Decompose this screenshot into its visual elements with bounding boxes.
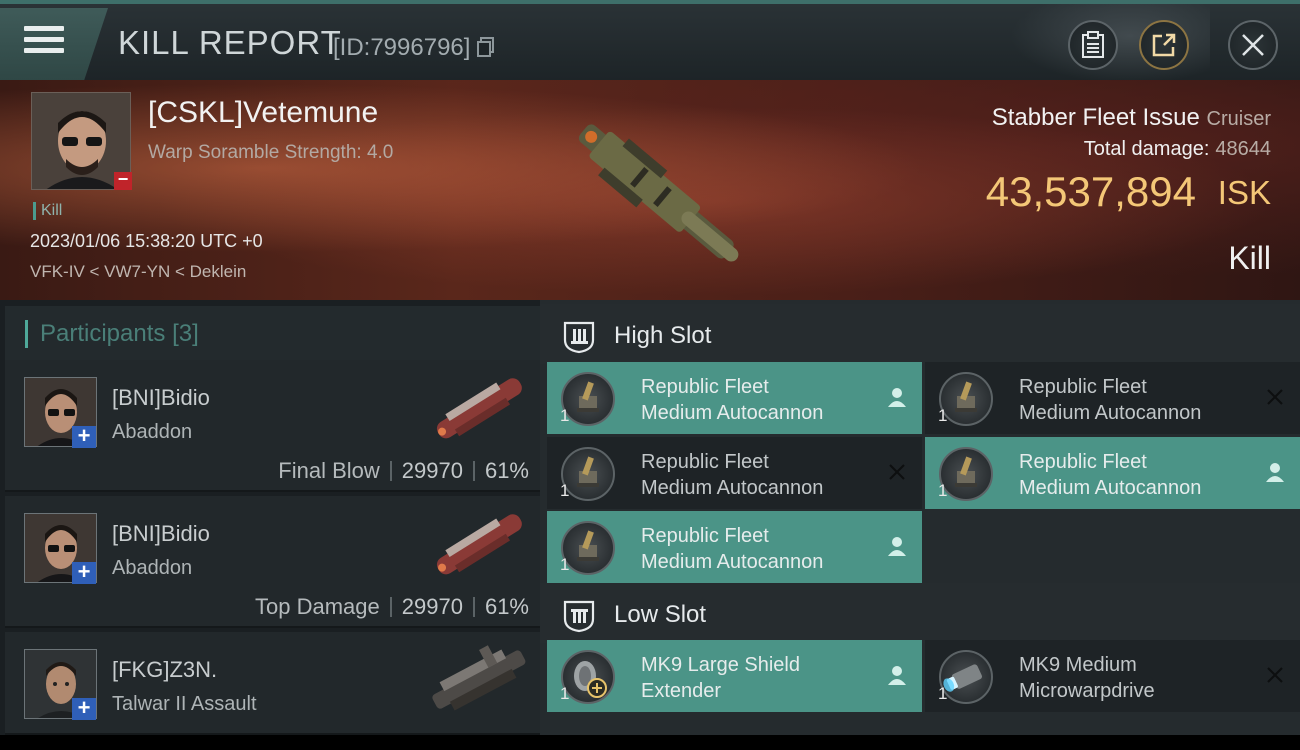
isk-value: 43,537,894 [985, 168, 1196, 215]
top-damage-label: Top Damage [255, 594, 380, 619]
participant-damage: 29970 [401, 594, 463, 619]
victim-banner: − [CSKL]Vetemune Warp Soramble Strength:… [0, 80, 1300, 300]
hamburger-menu-icon[interactable] [24, 26, 64, 58]
kill-location[interactable]: VFK-IV < VW7-YN < Deklein [30, 262, 246, 282]
module-name: MK9 Medium Microwarpdrive [1019, 654, 1155, 702]
module-card[interactable]: 1 Republic Fleet Medium Autocannon [547, 511, 922, 583]
participant-card[interactable]: + [BNI]Bidio Abaddon Top Damage 29970 61% [5, 496, 540, 628]
dropped-person-icon [888, 537, 906, 556]
clipboard-icon [1082, 31, 1104, 58]
copy-icon[interactable] [477, 37, 495, 57]
participant-card[interactable]: + [FKG]Z3N. Talwar II Assault [5, 632, 540, 735]
participant-ship: Abaddon [112, 557, 193, 579]
destroyed-x-icon [889, 464, 905, 480]
low-slot-header: Low Slot [540, 583, 1300, 643]
share-icon [1152, 33, 1176, 57]
module-card[interactable]: 1 Republic Fleet Medium Autocannon [925, 437, 1300, 509]
victim-name[interactable]: [CSKL]Vetemune [148, 96, 378, 130]
ship-class: Cruiser [1206, 108, 1271, 130]
module-name: Republic Fleet Medium Autocannon [641, 451, 824, 499]
module-card[interactable]: 1 MK9 Medium Microwarpdrive [925, 640, 1300, 712]
module-quantity: 1 [938, 684, 948, 703]
warp-scramble-strength: Warp Soramble Strength: 4.0 [148, 142, 394, 163]
friendly-plus-badge: + [72, 425, 96, 448]
participant-percent: 61% [484, 594, 529, 619]
participants-count: [3] [172, 320, 199, 347]
clipboard-button[interactable] [1068, 20, 1118, 70]
dropped-person-icon [888, 666, 906, 685]
page-title: KILL REPORT [118, 24, 342, 61]
participants-panel: Participants [3] + [BNI]Bidio Abaddon Fi… [0, 300, 540, 735]
kill-id-label: [ID:7996796] [333, 34, 471, 61]
module-quantity: 1 [560, 481, 570, 500]
header-bar: KILL REPORT [ID:7996796] [0, 0, 1300, 84]
participant-percent: 61% [484, 458, 529, 483]
module-name: Republic Fleet Medium Autocannon [641, 376, 824, 424]
friendly-plus-badge: + [72, 697, 96, 720]
isk-unit: ISK [1217, 174, 1271, 211]
participant-damage: 29970 [401, 458, 463, 483]
module-card[interactable]: 1 MK9 Large Shield Extender [547, 640, 922, 712]
participant-ship: Talwar II Assault [112, 693, 257, 715]
kill-tag: Kill [33, 202, 62, 220]
dropped-person-icon [1266, 463, 1284, 482]
ship-name: Stabber Fleet Issue [991, 104, 1200, 131]
result-label: Kill [1228, 240, 1271, 276]
bottom-edge [0, 735, 1300, 750]
participant-name: [FKG]Z3N. [112, 657, 218, 682]
module-quantity: 1 [560, 555, 570, 574]
final-blow-label: Final Blow [278, 458, 380, 483]
participant-name: [BNI]Bidio [112, 521, 210, 546]
kill-datetime: 2023/01/06 15:38:20 UTC +0 [30, 231, 263, 251]
friendly-plus-badge: + [72, 561, 96, 584]
module-name: Republic Fleet Medium Autocannon [1019, 451, 1202, 499]
module-quantity: 1 [560, 684, 570, 703]
share-button[interactable] [1139, 20, 1189, 70]
participant-stats: Top Damage 29970 61% [255, 594, 529, 620]
hostile-badge: − [114, 170, 132, 190]
high-slot-icon [563, 321, 595, 354]
module-name: Republic Fleet Medium Autocannon [1019, 376, 1202, 424]
module-card[interactable]: 1 Republic Fleet Medium Autocannon [547, 437, 922, 509]
close-button[interactable] [1228, 20, 1278, 70]
module-card[interactable]: 1 Republic Fleet Medium Autocannon [547, 362, 922, 434]
dropped-person-icon [888, 388, 906, 407]
low-slot-title: Low Slot [614, 601, 707, 628]
participant-ship-image [436, 514, 522, 575]
total-damage-label: Total damage: [1083, 138, 1210, 160]
high-slot-header: High Slot [540, 304, 1300, 364]
participant-ship: Abaddon [112, 421, 193, 443]
total-damage: Total damage: 48644 [1084, 138, 1271, 161]
close-icon [1242, 34, 1264, 56]
destroyed-x-icon [1267, 667, 1283, 683]
participant-stats: Final Blow 29970 61% [278, 458, 529, 484]
participant-ship-image [432, 645, 526, 711]
low-slot-icon [563, 600, 595, 633]
high-slot-title: High Slot [614, 322, 712, 349]
fitting-panel: High Slot 1 Republic Fleet Medium Autocan… [540, 300, 1300, 735]
participant-card[interactable]: + [BNI]Bidio Abaddon Final Blow 29970 61% [5, 360, 540, 492]
module-name: Republic Fleet Medium Autocannon [641, 525, 824, 573]
module-name: MK9 Large Shield Extender [641, 654, 800, 702]
module-card[interactable]: 1 Republic Fleet Medium Autocannon [925, 362, 1300, 434]
participant-ship-image [436, 378, 522, 439]
victim-ship-image [578, 124, 739, 262]
total-damage-value: 48644 [1215, 138, 1271, 160]
participants-header: Participants [3] [5, 306, 540, 360]
participants-title: Participants [3] [25, 320, 199, 348]
module-quantity: 1 [938, 481, 948, 500]
participants-label: Participants [40, 320, 166, 347]
module-quantity: 1 [938, 406, 948, 425]
module-quantity: 1 [560, 406, 570, 425]
participant-name: [BNI]Bidio [112, 385, 210, 410]
victim-ship[interactable]: Stabber Fleet Issue Cruiser [992, 104, 1271, 132]
kill-id: [ID:7996796] [333, 34, 495, 62]
destroyed-x-icon [1267, 389, 1283, 405]
